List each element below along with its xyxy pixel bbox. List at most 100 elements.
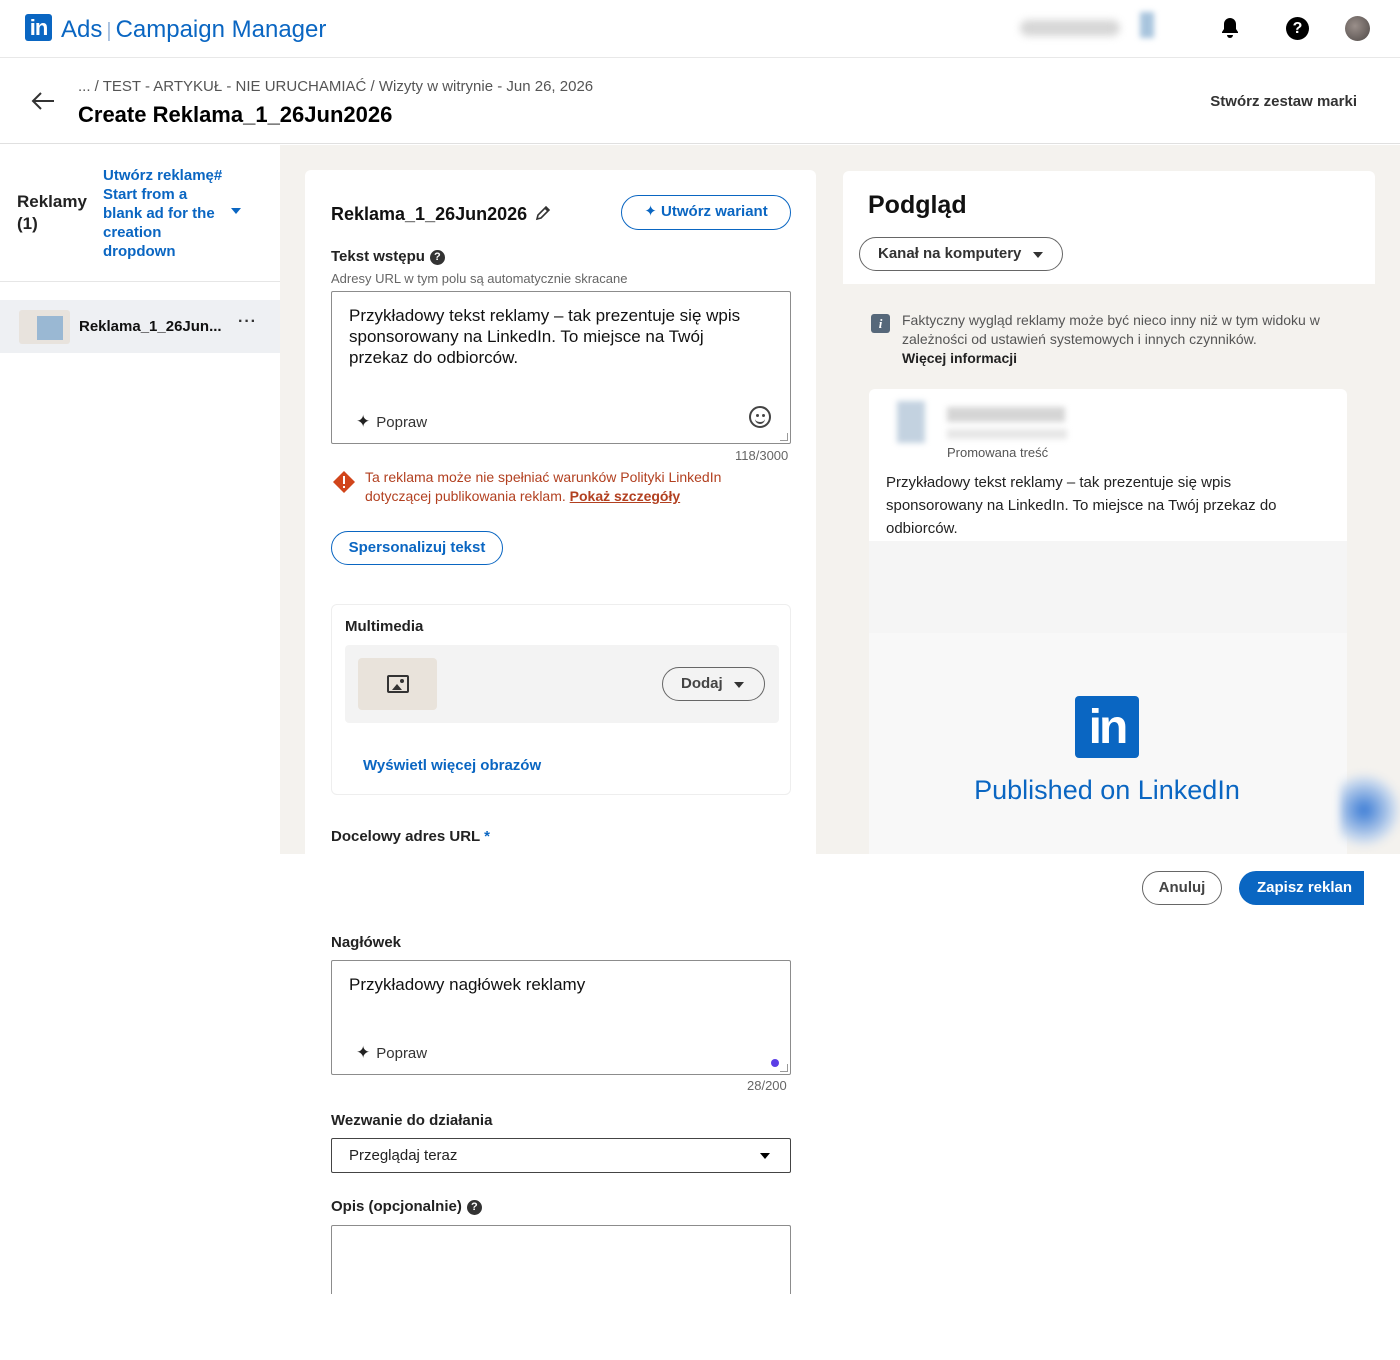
- intro-text-label: Tekst wstępu?: [331, 248, 445, 265]
- caret-down-icon: [760, 1153, 770, 1159]
- company-logo-blurred: [897, 401, 925, 443]
- ad-editor-panel: Reklama_1_26Jun2026 ✦ Utwórz wariant Tek…: [305, 170, 816, 854]
- destination-url-label: Docelowy adres URL *: [331, 828, 490, 845]
- top-bar: in Ads | Campaign Manager ?: [0, 0, 1400, 58]
- media-card: Multimedia Dodaj Wyświetl więcej obrazów: [331, 604, 791, 795]
- ads-count-title: Reklamy (1): [17, 192, 87, 233]
- create-brand-kit-button[interactable]: Stwórz zestaw marki: [1210, 93, 1357, 110]
- resize-handle-icon[interactable]: [780, 1064, 788, 1072]
- preview-disclaimer-text: Faktyczny wygląd reklamy może być nieco …: [902, 312, 1320, 347]
- emoji-icon[interactable]: [749, 406, 771, 428]
- sidebar-divider: [0, 281, 280, 282]
- description-label: Opis (opcjonalnie)?: [331, 1198, 482, 1215]
- create-ad-dropdown[interactable]: Utwórz reklamę# Start from a blank ad fo…: [103, 166, 228, 261]
- more-info-link[interactable]: Więcej informacji: [902, 350, 1017, 366]
- image-icon: [387, 675, 409, 693]
- show-more-images-link[interactable]: Wyświetl więcej obrazów: [363, 757, 541, 774]
- published-caption: Published on LinkedIn: [974, 775, 1240, 805]
- post-preview: Promowana treść Przykładowy tekst reklam…: [869, 389, 1347, 854]
- cancel-button[interactable]: Anuluj: [1142, 871, 1222, 905]
- help-icon[interactable]: ?: [1286, 17, 1309, 40]
- followers-blurred: [947, 429, 1067, 439]
- preview-area: i Faktyczny wygląd reklamy może być niec…: [843, 284, 1375, 854]
- improve-label: Popraw: [376, 1045, 428, 1062]
- promoted-label: Promowana treść: [947, 445, 1049, 460]
- sparkle-icon: ✦: [356, 1043, 371, 1062]
- preview-panel: Podgląd Kanał na komputery i Faktyczny w…: [843, 171, 1375, 854]
- sparkle-icon: ✦: [644, 203, 662, 220]
- intro-text-label-text: Tekst wstępu: [331, 248, 425, 265]
- ad-name: Reklama_1_26Jun2026: [331, 204, 528, 224]
- intro-text-hint: Adresy URL w tym polu są automatycznie s…: [331, 271, 628, 286]
- improve-label: Popraw: [376, 414, 428, 431]
- avatar[interactable]: [1345, 16, 1370, 41]
- account-name-blurred[interactable]: [1020, 20, 1120, 36]
- description-label-text: Opis (opcjonalnie): [331, 1198, 462, 1215]
- add-media-label: Dodaj: [681, 675, 723, 692]
- linkedin-logo: in: [1075, 696, 1139, 758]
- chevron-down-icon[interactable]: [231, 208, 241, 214]
- destination-url-label-text: Docelowy adres URL: [331, 828, 480, 845]
- more-options-icon[interactable]: ···: [238, 313, 257, 331]
- cta-label: Wezwanie do działania: [331, 1112, 493, 1129]
- app-name: Campaign Manager: [115, 16, 327, 43]
- post-image: in Published on LinkedIn: [869, 633, 1347, 854]
- post-spacer: [869, 541, 1347, 633]
- headline-value: Przykładowy nagłówek reklamy: [349, 975, 586, 994]
- create-variant-button[interactable]: ✦ Utwórz wariant: [621, 195, 791, 230]
- caret-down-icon: [734, 682, 744, 688]
- app-prefix: Ads: [61, 16, 103, 43]
- description-field[interactable]: [331, 1225, 791, 1300]
- create-variant-label: Utwórz wariant: [661, 203, 768, 220]
- pencil-icon[interactable]: [535, 205, 551, 221]
- feed-type-label: Kanał na komputery: [878, 245, 1022, 262]
- sidebar-item-label: Reklama_1_26Jun...: [79, 318, 222, 335]
- post-text: Przykładowy tekst reklamy – tak prezentu…: [886, 474, 1277, 537]
- warning-icon: [333, 471, 355, 493]
- required-marker: *: [484, 828, 490, 845]
- headline-counter: 28/200: [747, 1078, 787, 1093]
- preview-disclaimer: Faktyczny wygląd reklamy może być nieco …: [902, 311, 1362, 368]
- cta-value: Przeglądaj teraz: [349, 1147, 458, 1164]
- help-icon[interactable]: ?: [429, 250, 445, 265]
- account-icon-blurred: [1140, 12, 1154, 38]
- help-icon[interactable]: ?: [466, 1200, 482, 1215]
- sparkle-icon: ✦: [356, 412, 371, 431]
- back-arrow-icon[interactable]: [30, 88, 56, 114]
- personalize-text-button[interactable]: Spersonalizuj tekst: [331, 531, 503, 565]
- linkedin-logo[interactable]: in: [25, 14, 52, 41]
- info-icon: i: [871, 314, 890, 333]
- page-header: ... / TEST - ARTYKUŁ - NIE URUCHAMIAĆ / …: [0, 58, 1400, 144]
- app-title[interactable]: Ads | Campaign Manager: [61, 16, 326, 44]
- page-bottom: [0, 1294, 1400, 1360]
- improve-button[interactable]: ✦ Popraw: [356, 1043, 427, 1063]
- media-placeholder[interactable]: [358, 658, 437, 710]
- chat-bubble-icon[interactable]: [1340, 770, 1400, 850]
- improve-button[interactable]: ✦ Popraw: [356, 412, 427, 432]
- cta-select[interactable]: Przeglądaj teraz: [331, 1138, 791, 1173]
- page-title: Create Reklama_1_26Jun2026: [78, 102, 393, 127]
- headline-label: Nagłówek: [331, 934, 402, 951]
- title-separator: |: [106, 20, 112, 42]
- resize-handle-icon[interactable]: [780, 433, 788, 441]
- status-dot: [771, 1059, 779, 1067]
- policy-warning: Ta reklama może nie spełniać warunków Po…: [365, 468, 785, 506]
- media-label: Multimedia: [345, 618, 424, 635]
- ad-thumbnail: [19, 310, 70, 344]
- intro-text-counter: 118/3000: [735, 448, 789, 463]
- caret-down-icon: [1033, 252, 1043, 258]
- company-name-blurred: [947, 407, 1065, 422]
- add-media-button[interactable]: Dodaj: [662, 667, 765, 701]
- breadcrumb[interactable]: ... / TEST - ARTYKUŁ - NIE URUCHAMIAĆ / …: [78, 78, 593, 95]
- bell-icon[interactable]: [1218, 16, 1242, 40]
- show-details-link[interactable]: Pokaż szczegóły: [570, 488, 681, 504]
- intro-text-field[interactable]: Przykładowy tekst reklamy – tak prezentu…: [331, 291, 791, 444]
- feed-type-dropdown[interactable]: Kanał na komputery: [859, 237, 1063, 271]
- sidebar-item-ad[interactable]: Reklama_1_26Jun... ···: [0, 300, 280, 353]
- headline-field[interactable]: Przykładowy nagłówek reklamy ✦ Popraw: [331, 960, 791, 1075]
- save-ad-button[interactable]: Zapisz reklan: [1239, 871, 1364, 905]
- intro-text-value: Przykładowy tekst reklamy – tak prezentu…: [349, 306, 741, 367]
- ads-sidebar: Reklamy (1) Utwórz reklamę# Start from a…: [0, 145, 280, 854]
- media-slot: Dodaj: [345, 645, 779, 723]
- preview-title: Podgląd: [868, 191, 967, 219]
